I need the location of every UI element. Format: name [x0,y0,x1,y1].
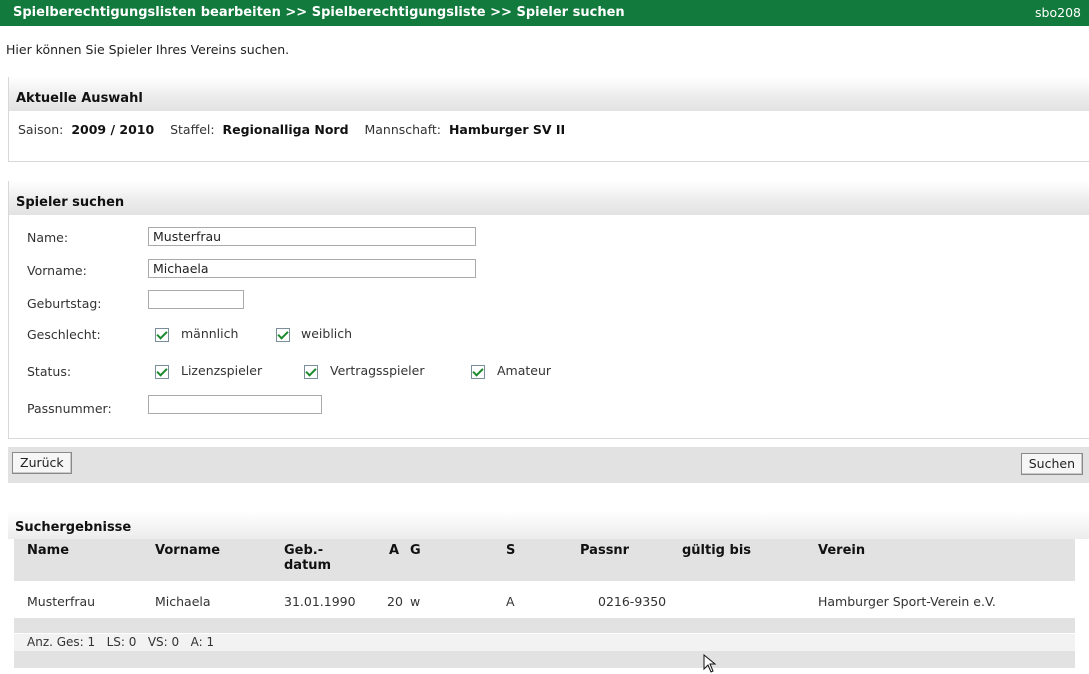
col-vorname[interactable]: Vorname [155,543,220,558]
results-divider [14,618,1075,633]
vorname-input[interactable] [148,259,476,278]
results-header: Suchergebnisse [8,511,1089,539]
vertragsspieler-label: Vertragsspieler [330,363,425,378]
checkbox-weiblich[interactable] [276,328,290,342]
staffel-label: Staffel: [170,122,215,137]
results-summary-text: Anz. Ges: 1 LS: 0 VS: 0 A: 1 [27,635,215,649]
mannschaft-value: Hamburger SV II [448,122,566,137]
geburtstag-input[interactable] [148,290,244,309]
cell-geburtsdatum: 31.01.1990 [284,594,356,609]
col-passnr[interactable]: Passnr [580,543,629,558]
checkbox-maennlich[interactable] [155,328,169,342]
title-bar: Spielberechtigungslisten bearbeiten >> S… [0,0,1089,26]
results-summary: Anz. Ges: 1 LS: 0 VS: 0 A: 1 [14,634,1075,651]
cell-passnr: 0216-9350 [598,594,667,609]
mannschaft-label: Mannschaft: [364,122,442,137]
weiblich-label: weiblich [301,326,353,341]
button-bar: Zurück Suchen [8,447,1089,483]
status-label: Status: [27,364,72,379]
name-input[interactable] [148,227,476,246]
maennlich-label: männlich [181,326,239,341]
saison-label: Saison: [18,122,64,137]
checkbox-vertragsspieler[interactable] [304,365,318,379]
results-footer [14,651,1075,668]
lizenzspieler-label: Lizenzspieler [181,363,263,378]
intro-text: Hier können Sie Spieler Ihres Vereins su… [6,42,290,57]
checkbox-amateur[interactable] [471,365,485,379]
cell-name: Musterfrau [27,594,96,609]
current-selection-panel: Aktuelle Auswahl [8,77,1089,162]
breadcrumb: Spielberechtigungslisten bearbeiten >> S… [13,5,625,20]
geschlecht-label: Geschlecht: [27,327,101,342]
col-a[interactable]: A [389,543,399,558]
checkbox-lizenzspieler[interactable] [155,365,169,379]
name-label: Name: [27,230,69,245]
results-table-header: Name Vorname Geb.- datum A G S Passnr gü… [14,539,1075,581]
cell-s: A [506,594,515,609]
page-code: sbo208 [1035,5,1081,20]
mouse-pointer-icon [703,654,717,673]
col-g[interactable]: G [410,543,421,558]
cell-a: 20 [387,594,403,609]
results-title: Suchergebnisse [15,520,132,535]
col-geburtsdatum[interactable]: Geb.- datum [284,543,331,573]
col-name[interactable]: Name [27,543,69,558]
geburtstag-label: Geburtstag: [27,296,102,311]
passnummer-label: Passnummer: [27,401,112,416]
current-selection-title: Aktuelle Auswahl [16,91,143,106]
col-gueltig-bis[interactable]: gültig bis [682,543,751,558]
search-button[interactable]: Suchen [1020,453,1083,475]
cell-verein: Hamburger Sport-Verein e.V. [818,594,996,609]
col-s[interactable]: S [506,543,515,558]
cell-vorname: Michaela [155,594,211,609]
amateur-label: Amateur [497,363,552,378]
col-verein[interactable]: Verein [818,543,865,558]
table-row[interactable]: Musterfrau Michaela 31.01.1990 20 w A 02… [14,592,1075,614]
saison-value: 2009 / 2010 [71,122,155,137]
vorname-label: Vorname: [27,263,87,278]
cell-g: w [410,594,421,609]
selection-summary: Saison: 2009 / 2010 Staffel: Regionallig… [18,122,565,137]
search-header: Spieler suchen [9,181,1089,215]
back-button[interactable]: Zurück [12,452,72,474]
passnummer-input[interactable] [148,395,322,414]
current-selection-header: Aktuelle Auswahl [9,77,1089,111]
staffel-value: Regionalliga Nord [222,122,349,137]
search-title: Spieler suchen [16,195,125,210]
